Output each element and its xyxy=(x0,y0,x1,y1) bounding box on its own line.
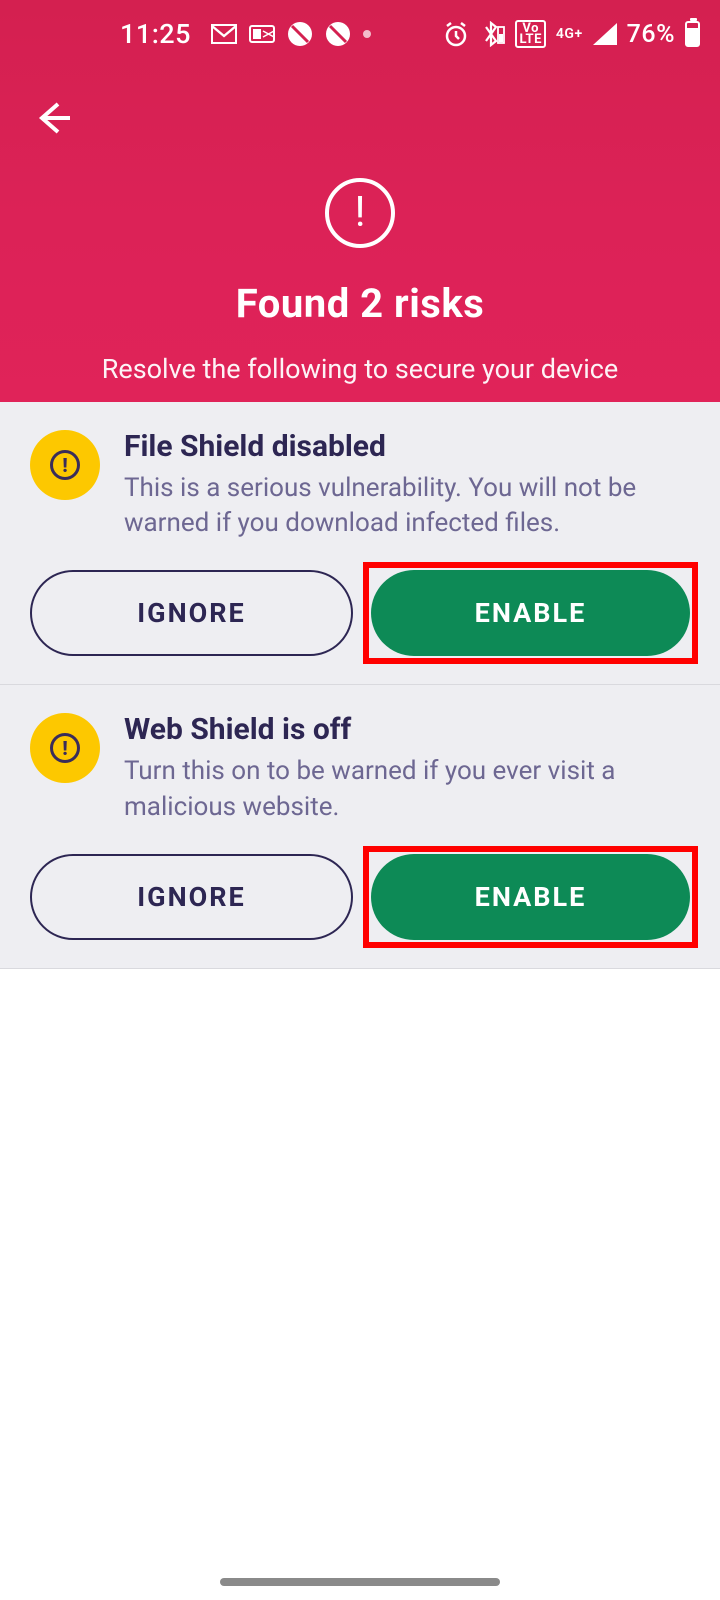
status-time: 11:25 xyxy=(120,18,191,50)
enable-button-highlight: ENABLE xyxy=(371,570,690,656)
alert-icon: ! xyxy=(325,178,395,248)
more-notifications-dot xyxy=(363,30,371,38)
risk-list: ! File Shield disabled This is a serious… xyxy=(0,402,720,969)
outlook-icon xyxy=(249,21,275,47)
risk-card-file-shield: ! File Shield disabled This is a serious… xyxy=(0,402,720,685)
page-title: Found 2 risks xyxy=(0,280,720,327)
enable-button[interactable]: ENABLE xyxy=(371,570,690,656)
volte-icon: Vo LTE xyxy=(515,20,545,48)
status-bar-right: Vo LTE 4G+ 76% xyxy=(443,20,700,49)
battery-icon xyxy=(685,21,700,47)
exclamation-icon: ! xyxy=(355,192,366,234)
risk-description: This is a serious vulnerability. You wil… xyxy=(124,471,690,543)
gmail-icon xyxy=(211,21,237,47)
ignore-button[interactable]: IGNORE xyxy=(30,854,353,940)
back-button[interactable] xyxy=(32,96,76,140)
exclamation-circle-icon: ! xyxy=(50,733,80,763)
status-bar: 11:25 Vo LTE 4G+ 76% xyxy=(0,0,720,68)
alarm-icon xyxy=(443,21,469,47)
home-indicator[interactable] xyxy=(220,1578,500,1586)
page-subtitle: Resolve the following to secure your dev… xyxy=(0,353,720,385)
risk-description: Turn this on to be warned if you ever vi… xyxy=(124,754,690,826)
notification-muted-icon-2 xyxy=(325,21,351,47)
risk-card-web-shield: ! Web Shield is off Turn this on to be w… xyxy=(0,685,720,968)
risk-title: File Shield disabled xyxy=(124,430,690,465)
bluetooth-battery-icon xyxy=(479,21,505,47)
battery-percent: 76% xyxy=(627,20,675,49)
ignore-button[interactable]: IGNORE xyxy=(30,570,353,656)
signal-icon xyxy=(593,23,617,45)
warning-badge-icon: ! xyxy=(30,430,100,500)
enable-button-highlight: ENABLE xyxy=(371,854,690,940)
network-type-label: 4G+ xyxy=(556,28,583,40)
exclamation-circle-icon: ! xyxy=(50,450,80,480)
alert-header: 11:25 Vo LTE 4G+ 76% xyxy=(0,0,720,402)
risk-title: Web Shield is off xyxy=(124,713,690,748)
warning-badge-icon: ! xyxy=(30,713,100,783)
notification-muted-icon xyxy=(287,21,313,47)
status-bar-left: 11:25 xyxy=(120,18,371,50)
enable-button[interactable]: ENABLE xyxy=(371,854,690,940)
